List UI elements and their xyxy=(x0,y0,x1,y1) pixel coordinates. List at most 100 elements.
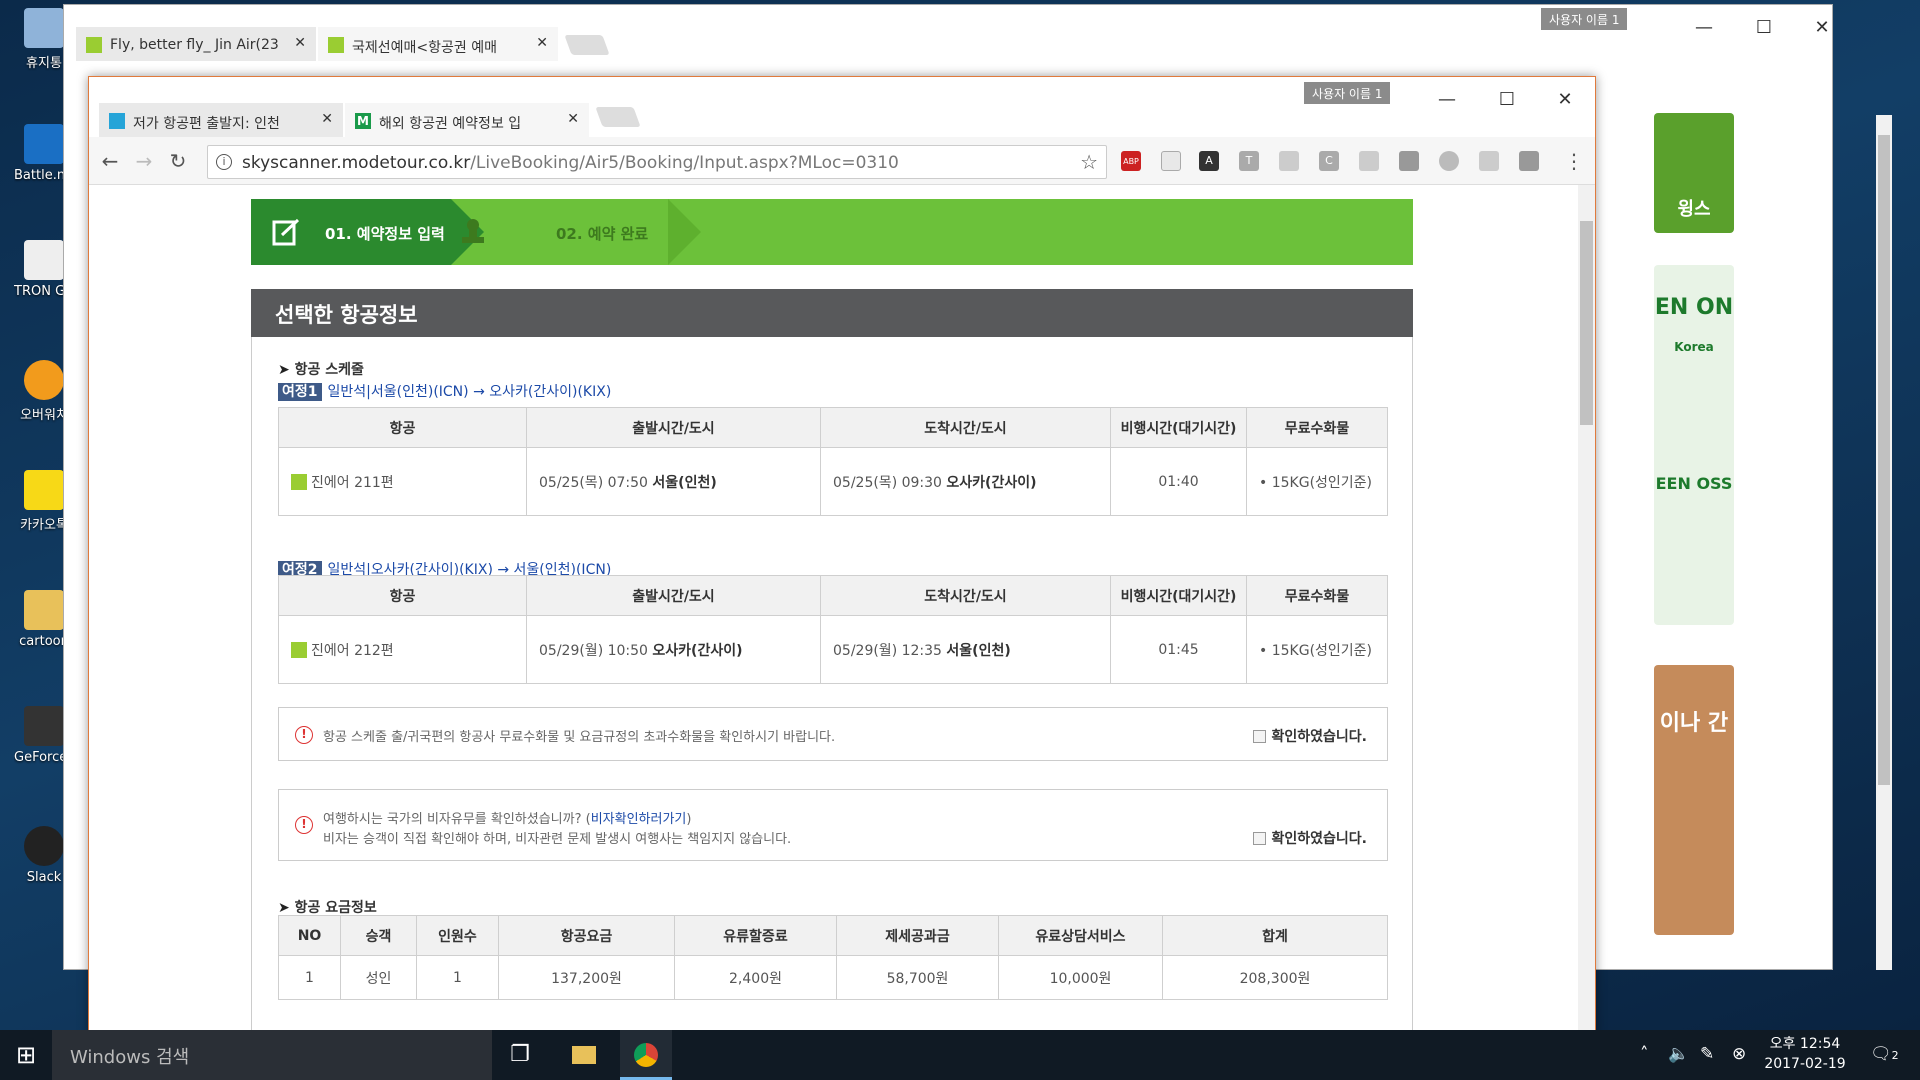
extension-icon[interactable] xyxy=(1359,151,1379,171)
extension-icon[interactable] xyxy=(1279,151,1299,171)
visa-notice: ! 여행하시는 국가의 비자유무를 확인하셨습니까? (비자확인하러가기) 비자… xyxy=(278,789,1388,861)
leg-1-table: 항공 출발시간/도시 도착시간/도시 비행시간(대기시간) 무료수화물 진에어 … xyxy=(278,407,1388,516)
ad-banner[interactable]: 이나 간 xyxy=(1654,665,1734,935)
battlenet-icon xyxy=(24,124,64,164)
kakaotalk-icon xyxy=(24,470,64,510)
url-text: skyscanner.modetour.co.kr/LiveBooking/Ai… xyxy=(242,153,899,173)
taskbar: ⊞ Windows 검색 ❐ ˄ 🔈 ✎ ⊗ 오후 12:54 2017-02-… xyxy=(0,1030,1920,1080)
edit-form-icon xyxy=(272,218,300,246)
fare-subhead: 항공 요금정보 xyxy=(278,897,377,917)
minimize-button[interactable]: — xyxy=(1684,13,1724,43)
folder-icon xyxy=(24,590,64,630)
close-tab-icon[interactable]: ✕ xyxy=(536,35,548,51)
adblock-extension-icon[interactable]: ABP xyxy=(1121,151,1141,171)
font-extension-icon[interactable]: A xyxy=(1199,151,1219,171)
table-row: 진에어 212편 05/29(월) 10:50 오사카(간사이) 05/29(월… xyxy=(278,615,1388,684)
maximize-button[interactable]: ☐ xyxy=(1744,13,1784,43)
bookmark-star-icon[interactable]: ☆ xyxy=(1080,150,1098,174)
site-info-icon[interactable]: i xyxy=(216,154,232,170)
file-explorer-icon[interactable] xyxy=(558,1030,610,1080)
jinair-logo-icon xyxy=(291,473,307,490)
slack-icon xyxy=(24,826,64,866)
section-title: 선택한 항공정보 xyxy=(251,289,1413,337)
back-tab-international-booking[interactable]: 국제선예매<항공권 예매 ✕ xyxy=(318,27,558,61)
schedule-subhead: 항공 스케줄 xyxy=(278,359,364,379)
jinair-favicon-icon xyxy=(86,37,102,53)
maximize-button[interactable]: ☐ xyxy=(1487,85,1527,115)
new-tab-button[interactable] xyxy=(595,107,641,127)
fare-table: NO 승객 인원수 항공요금 유류할증료 제세공과금 유료상담서비스 합계 1 … xyxy=(278,915,1388,1000)
flight-info-section: 항공 스케줄 여정1일반석|서울(인천)(ICN) → 오사카(간사이)(KIX… xyxy=(251,337,1413,1035)
task-view-icon[interactable]: ❐ xyxy=(494,1030,546,1080)
warning-icon: ! xyxy=(295,816,313,834)
page-scrollbar[interactable] xyxy=(1578,185,1595,1035)
menu-kebab-icon[interactable]: ⋮ xyxy=(1561,149,1587,175)
visa-check-link[interactable]: 비자확인하러가기 xyxy=(591,812,687,827)
overwatch-icon xyxy=(24,360,64,400)
geforce-icon xyxy=(24,706,64,746)
back-arrow-icon[interactable]: ← xyxy=(97,149,123,175)
chrome-icon[interactable] xyxy=(620,1030,672,1080)
visa-confirm-checkbox[interactable]: 확인하였습니다. xyxy=(1252,828,1367,848)
tron-icon xyxy=(24,240,64,280)
booking-steps: 01. 예약정보 입력 02. 예약 완료 xyxy=(251,199,1413,265)
calendar-extension-icon[interactable] xyxy=(1161,151,1181,171)
step-2: 02. 예약 완료 xyxy=(556,225,649,243)
address-bar[interactable]: i skyscanner.modetour.co.kr/LiveBooking/… xyxy=(207,145,1107,179)
table-row: 1 성인 1 137,200원 2,400원 58,700원 10,000원 2… xyxy=(278,955,1388,1000)
show-hidden-icons-icon[interactable]: ˄ xyxy=(1640,1044,1649,1064)
taskbar-search-box[interactable]: Windows 검색 xyxy=(52,1030,492,1080)
back-scrollbar[interactable] xyxy=(1876,115,1892,970)
new-tab-button[interactable] xyxy=(564,35,610,55)
stamp-icon xyxy=(462,219,484,243)
front-tab-bar: 저가 항공편 출발지: 인천 ✕ M 해외 항공권 예약정보 입 ✕ 사용자 이… xyxy=(89,77,1595,137)
browser-toolbar: ← → ↻ i skyscanner.modetour.co.kr/LiveBo… xyxy=(89,137,1595,185)
close-tab-icon[interactable]: ✕ xyxy=(294,35,306,51)
tab-skyscanner-flights[interactable]: 저가 항공편 출발지: 인천 ✕ xyxy=(99,103,343,137)
close-tab-icon[interactable]: ✕ xyxy=(567,111,579,127)
notification-center-icon[interactable]: 🗨2 xyxy=(1870,1044,1899,1064)
leg-2-table: 항공 출발시간/도시 도착시간/도시 비행시간(대기시간) 무료수화물 진에어 … xyxy=(278,575,1388,684)
ad-banner[interactable]: 윙스 xyxy=(1654,113,1734,233)
scrollbar-thumb[interactable] xyxy=(1580,221,1593,425)
clock[interactable]: 오후 12:54 2017-02-19 xyxy=(1760,1034,1850,1074)
front-browser-window[interactable]: 저가 항공편 출발지: 인천 ✕ M 해외 항공권 예약정보 입 ✕ 사용자 이… xyxy=(88,76,1596,1036)
back-tab-bar: Fly, better fly_ Jin Air(23 ✕ 국제선예매<항공권 … xyxy=(64,5,1832,61)
volume-icon[interactable]: 🔈 xyxy=(1668,1044,1689,1064)
baggage-confirm-checkbox[interactable]: 확인하였습니다. xyxy=(1252,726,1367,746)
checkbox-icon[interactable] xyxy=(1252,832,1266,845)
extension-icon[interactable] xyxy=(1439,151,1459,171)
minimize-button[interactable]: — xyxy=(1427,85,1467,115)
extension-icon[interactable]: C xyxy=(1319,151,1339,171)
checkbox-icon[interactable] xyxy=(1252,730,1266,743)
reload-icon[interactable]: ↻ xyxy=(165,149,191,175)
table-row: 진에어 211편 05/25(목) 07:50 서울(인천) 05/25(목) … xyxy=(278,447,1388,516)
profile-badge[interactable]: 사용자 이름 1 xyxy=(1304,82,1391,104)
extension-icon[interactable] xyxy=(1519,151,1539,171)
extension-icon[interactable] xyxy=(1479,151,1499,171)
skyscanner-favicon-icon xyxy=(109,113,125,129)
baggage-notice: ! 항공 스케줄 출/귀국편의 항공사 무료수화물 및 요금규정의 초과수화물을… xyxy=(278,707,1388,761)
tab-booking-input[interactable]: M 해외 항공권 예약정보 입 ✕ xyxy=(345,103,589,137)
warning-icon: ! xyxy=(295,726,313,744)
text-extension-icon[interactable]: T xyxy=(1239,151,1259,171)
page-content: 01. 예약정보 입력 02. 예약 완료 선택한 항공정보 항공 스케줄 여정… xyxy=(89,185,1579,1035)
close-window-button[interactable]: ✕ xyxy=(1802,13,1842,43)
close-tab-icon[interactable]: ✕ xyxy=(321,111,333,127)
scrollbar-thumb[interactable] xyxy=(1878,135,1890,785)
leg-1-title: 여정1 일반석|서울(인천)(ICN) → 오사카(간사이)(KIX) xyxy=(278,381,611,401)
forward-arrow-icon[interactable]: → xyxy=(131,149,157,175)
pen-icon[interactable]: ✎ xyxy=(1700,1044,1714,1064)
windows-start-icon[interactable]: ⊞ xyxy=(0,1030,52,1080)
back-tab-jinair[interactable]: Fly, better fly_ Jin Air(23 ✕ xyxy=(76,27,316,61)
step-chevron-icon xyxy=(668,199,701,265)
jinair-favicon-icon xyxy=(328,37,344,53)
close-window-button[interactable]: ✕ xyxy=(1545,85,1585,115)
extension-icon[interactable] xyxy=(1399,151,1419,171)
back-page-ad-column: 윙스 EN ON Korea EEN OSS 이나 간 xyxy=(1654,105,1744,965)
profile-badge[interactable]: 사용자 이름 1 xyxy=(1541,8,1628,30)
ad-banner[interactable]: EN ON Korea EEN OSS xyxy=(1654,265,1734,625)
jinair-logo-icon xyxy=(291,641,307,658)
modetour-favicon-icon: M xyxy=(355,113,371,129)
network-icon[interactable]: ⊗ xyxy=(1732,1044,1746,1064)
